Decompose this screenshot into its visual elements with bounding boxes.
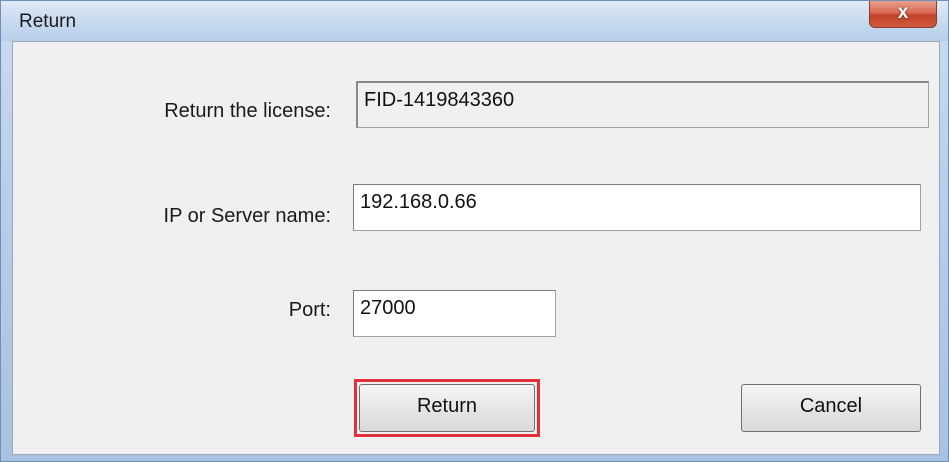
return-button[interactable]: Return — [359, 384, 535, 432]
dialog-window: Return x Return the license: FID-1419843… — [0, 0, 949, 462]
close-button[interactable]: x — [869, 1, 937, 28]
close-icon: x — [897, 2, 909, 23]
title-bar[interactable]: Return x — [1, 1, 948, 41]
cancel-button[interactable]: Cancel — [741, 384, 921, 432]
license-label: Return the license: — [164, 100, 331, 122]
dialog-body: Return the license: FID-1419843360 IP or… — [12, 41, 940, 455]
server-input[interactable]: 192.168.0.66 — [353, 184, 921, 231]
license-field: FID-1419843360 — [356, 81, 929, 128]
return-button-label: Return — [416, 395, 478, 417]
port-input[interactable]: 27000 — [353, 290, 556, 337]
port-label: Port: — [288, 299, 331, 321]
cancel-button-label: Cancel — [799, 395, 863, 417]
window-title: Return — [19, 11, 77, 32]
server-label: IP or Server name: — [163, 205, 331, 227]
